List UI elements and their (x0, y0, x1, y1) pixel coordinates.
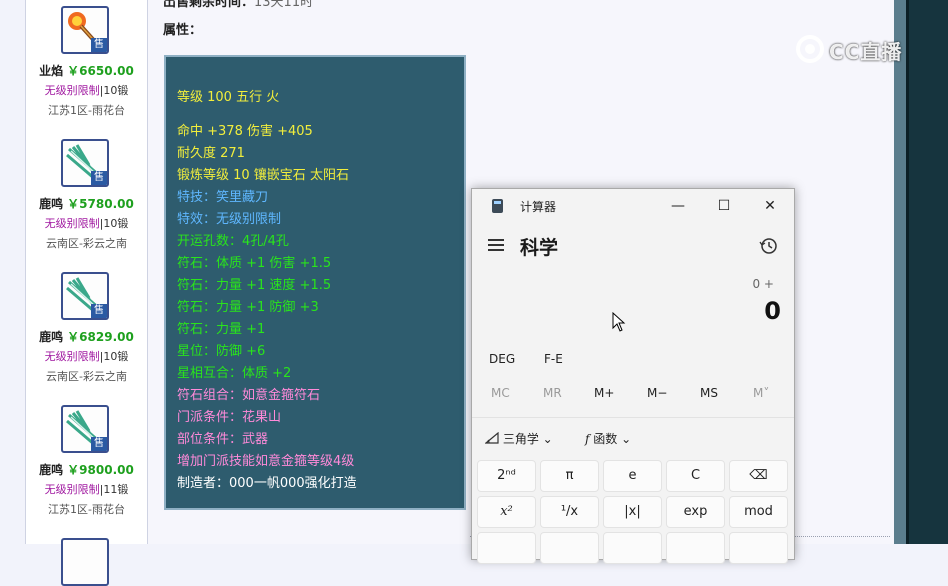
listing-price: ￥6650.00 (67, 64, 134, 78)
function-label: 函数 (593, 432, 618, 446)
right-sidebar-strip (894, 0, 948, 544)
calculator-key[interactable] (729, 532, 788, 564)
trigonometry-dropdown[interactable]: 三角学 ⌄ (484, 430, 553, 447)
listing-title[interactable]: 鹿鸣 ￥5780.00 (26, 195, 147, 212)
calculator-window[interactable]: 计算器 — ☐ ✕ 科学 0 + 0 DEG F-E MC MR M+ M− M… (471, 188, 795, 564)
attr-line: 星位：防御 +6 (177, 344, 266, 359)
history-icon[interactable] (759, 236, 779, 256)
listing-price: ￥6829.00 (67, 330, 134, 344)
attr-line: 等级 100 五行 火 (177, 90, 280, 105)
sell-badge: 售 (91, 171, 107, 185)
second-function-key[interactable]: 2ⁿᵈ (477, 460, 536, 492)
sell-badge: 售 (91, 437, 107, 451)
attr-line: 开运孔数：4孔/4孔 (177, 234, 289, 249)
attr-line: 锻炼等级 10 镶嵌宝石 太阳石 (177, 168, 349, 183)
attr-line: 特效：无级别限制 (177, 212, 282, 227)
calculator-titlebar[interactable]: 计算器 — ☐ ✕ (472, 189, 794, 223)
mouse-cursor-icon (612, 312, 626, 332)
memory-subtract-button[interactable]: M− (647, 386, 667, 400)
listing-price: ￥5780.00 (67, 197, 134, 211)
trigonometry-label: 三角学 (502, 432, 539, 446)
calculator-app-icon (492, 199, 503, 213)
e-key[interactable]: e (603, 460, 662, 492)
close-button[interactable]: ✕ (747, 189, 793, 223)
menu-icon[interactable] (488, 239, 504, 251)
absolute-key[interactable]: |x| (603, 496, 662, 528)
listing-title[interactable]: 鹿鸣 ￥9800.00 (26, 461, 147, 478)
result-display: 0 (764, 297, 781, 325)
item-thumbnail[interactable]: 售 (61, 6, 109, 54)
attr-line: 符石：力量 +1 防御 +3 (177, 300, 319, 315)
function-dropdown[interactable]: f 函数 ⌄ (585, 430, 631, 447)
attr-line: 符石：体质 +1 伤害 +1.5 (177, 256, 332, 271)
listing-server: 江苏1区-雨花台 (48, 503, 125, 516)
item-thumbnail[interactable]: 售 (61, 272, 109, 320)
sell-badge: 售 (91, 304, 107, 318)
listing-title[interactable]: 鹿鸣 ￥6829.00 (26, 328, 147, 345)
calculator-key[interactable] (477, 532, 536, 564)
backspace-key[interactable]: ⌫ (729, 460, 788, 492)
memory-clear-button[interactable]: MC (491, 386, 510, 400)
watermark-text: CC直播 (829, 40, 903, 64)
calculator-key[interactable] (666, 532, 725, 564)
listing-limit: 无级别限制|10锻 (44, 84, 129, 97)
listing-title[interactable]: 业焰 ￥6650.00 (26, 62, 147, 79)
memory-add-button[interactable]: M+ (594, 386, 614, 400)
window-title: 计算器 (520, 200, 557, 214)
attr-line: 特技：笑里藏刀 (177, 190, 269, 205)
calculator-key[interactable] (540, 532, 599, 564)
calculator-key[interactable] (603, 532, 662, 564)
triangle-icon (484, 431, 499, 444)
pi-key[interactable]: π (540, 460, 599, 492)
attr-line: 门派条件：花果山 (177, 410, 282, 425)
stream-watermark: CC直播 (795, 32, 923, 68)
listing-server: 云南区-彩云之南 (46, 237, 127, 250)
listing-server: 江苏1区-雨花台 (48, 104, 125, 117)
listing-price: ￥9800.00 (67, 463, 134, 477)
clear-key[interactable]: C (666, 460, 725, 492)
cc-logo-icon (796, 35, 824, 63)
mod-key[interactable]: mod (729, 496, 788, 528)
chevron-down-icon: ⌄ (542, 432, 553, 446)
attributes-box: 等级 100 五行 火 命中 +378 伤害 +405 耐久度 271 锻炼等级… (164, 55, 466, 510)
attr-line: 增加门派技能如意金箍等级4级 (177, 454, 355, 469)
listing-server: 云南区-彩云之南 (46, 370, 127, 383)
attr-line: 命中 +378 伤害 +405 (177, 124, 313, 139)
attr-line: 符石组合：如意金箍符石 (177, 388, 321, 403)
memory-list-button[interactable]: M˅ (753, 386, 769, 400)
square-key[interactable]: x² (477, 496, 536, 528)
attr-line: 符石：力量 +1 速度 +1.5 (177, 278, 332, 293)
listing-limit: 无级别限制|10锻 (44, 350, 129, 363)
memory-store-button[interactable]: MS (700, 386, 718, 400)
function-icon: f (585, 432, 590, 446)
attr-line: 制造者：000一帆000强化打造 (177, 476, 357, 491)
chevron-down-icon: ⌄ (621, 432, 632, 446)
divider (472, 417, 794, 418)
sell-badge: 售 (91, 38, 107, 52)
listing-column: 售 业焰 ￥6650.00 无级别限制|10锻 江苏1区-雨花台 售 鹿鸣 ￥578… (25, 0, 148, 586)
fe-button[interactable]: F-E (544, 352, 563, 366)
attr-line: 耐久度 271 (177, 146, 245, 161)
memory-recall-button[interactable]: MR (543, 386, 562, 400)
listing-limit: 无级别限制|10锻 (44, 217, 129, 230)
attr-line: 星相互合：体质 +2 (177, 366, 292, 381)
exp-key[interactable]: exp (666, 496, 725, 528)
calculator-mode: 科学 (520, 237, 559, 259)
item-thumbnail[interactable] (61, 538, 109, 586)
expression-display: 0 + (752, 277, 774, 291)
attr-line: 符石：力量 +1 (177, 322, 266, 337)
reciprocal-key[interactable]: ¹/x (540, 496, 599, 528)
maximize-button[interactable]: ☐ (701, 189, 747, 223)
item-thumbnail[interactable]: 售 (61, 405, 109, 453)
item-thumbnail[interactable]: 售 (61, 139, 109, 187)
listing-limit: 无级别限制|11锻 (44, 483, 129, 496)
remaining-time: 出售剩余时间：13天11时 (163, 0, 314, 10)
angle-mode-button[interactable]: DEG (489, 352, 515, 366)
attributes-heading: 属性： (163, 23, 203, 38)
attr-line: 部位条件：武器 (177, 432, 269, 447)
minimize-button[interactable]: — (655, 189, 701, 223)
